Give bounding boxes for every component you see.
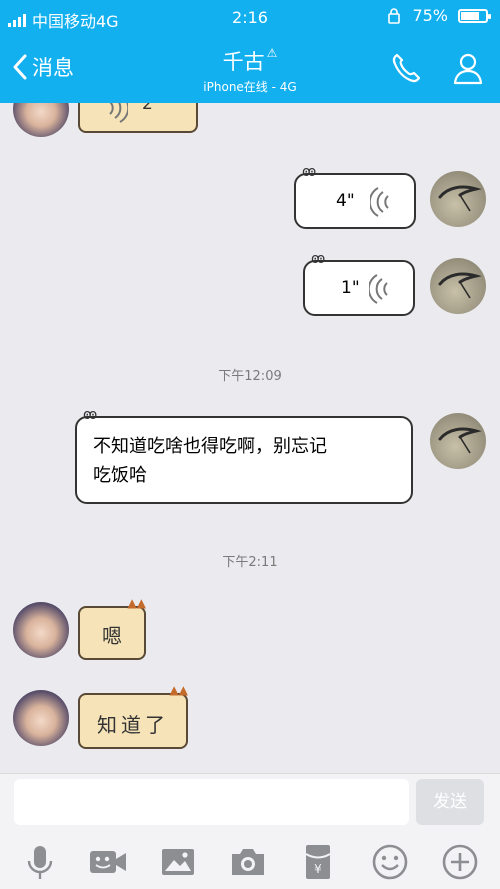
rotation-lock-icon bbox=[388, 7, 401, 24]
user-avatar[interactable] bbox=[430, 258, 486, 314]
phone-button[interactable] bbox=[388, 50, 424, 86]
video-icon bbox=[90, 851, 126, 873]
voice-duration: 4" bbox=[336, 191, 355, 211]
voice-wave-icon bbox=[370, 187, 389, 217]
avatar-image bbox=[438, 185, 482, 212]
message-line: 吃饭哈 bbox=[93, 465, 147, 486]
eyes-decoration: ꙭ bbox=[311, 251, 326, 267]
contact-name: 千古 ⚠ bbox=[0, 46, 500, 76]
plus-icon bbox=[442, 844, 478, 880]
contact-avatar[interactable] bbox=[13, 602, 69, 658]
voice-wave-icon bbox=[109, 103, 128, 123]
chat-header: 中国移动4G 2:16 75% 消息 千古 ⚠ iPhone在线 - 4G bbox=[0, 0, 500, 103]
voice-duration: 2" bbox=[142, 103, 161, 114]
sticker-text: 嗯 bbox=[102, 624, 122, 648]
cat-ears-decoration: ▲▲ bbox=[169, 683, 188, 697]
more-button[interactable] bbox=[440, 842, 480, 882]
image-button[interactable] bbox=[158, 842, 198, 882]
contact-avatar[interactable] bbox=[13, 103, 69, 137]
status-bar: 中国移动4G 2:16 75% bbox=[0, 0, 500, 34]
microphone-icon bbox=[27, 846, 53, 879]
user-avatar[interactable] bbox=[430, 413, 486, 469]
battery-icon bbox=[458, 8, 491, 23]
voice-message-bubble[interactable]: ꙭ 1" bbox=[303, 251, 415, 316]
contact-profile-button[interactable] bbox=[450, 50, 486, 86]
image-icon bbox=[162, 849, 194, 875]
warning-icon: ⚠ bbox=[266, 46, 278, 60]
svg-text:¥: ¥ bbox=[314, 862, 322, 876]
emoji-button[interactable] bbox=[370, 842, 410, 882]
message-line: 不知道吃啥也得吃啊，别忘记 bbox=[93, 436, 327, 457]
eyes-decoration: ꙭ bbox=[83, 407, 98, 423]
video-button[interactable] bbox=[88, 842, 128, 882]
sticker-message-bubble[interactable]: ▲▲ 嗯 bbox=[78, 596, 146, 660]
chat-area[interactable]: 2" ꙭ 4" ꙭ 1" 下午12:09 ꙭ 不知道吃啥也得吃啊，别忘记 吃饭哈… bbox=[0, 103, 500, 773]
red-packet-icon: ¥ bbox=[305, 845, 331, 879]
sticker-message-bubble[interactable]: ▲▲ 知道了 bbox=[78, 683, 188, 749]
text-message-bubble[interactable]: ꙭ 不知道吃啥也得吃啊，别忘记 吃饭哈 bbox=[75, 407, 413, 504]
conversation-title[interactable]: 千古 ⚠ iPhone在线 - 4G bbox=[0, 46, 500, 95]
status-right: 75% bbox=[386, 6, 491, 25]
camera-button[interactable] bbox=[228, 842, 268, 882]
eyes-decoration: ꙭ bbox=[302, 164, 317, 180]
emoji-icon bbox=[372, 844, 408, 880]
voice-message-bubble[interactable]: ꙭ 4" bbox=[294, 164, 416, 229]
avatar-image bbox=[438, 272, 482, 299]
battery-percent: 75% bbox=[412, 6, 448, 25]
voice-duration: 1" bbox=[341, 278, 360, 298]
timestamp: 下午12:09 bbox=[218, 369, 282, 384]
avatar-image bbox=[438, 427, 482, 454]
user-avatar[interactable] bbox=[430, 171, 486, 227]
person-icon bbox=[453, 53, 483, 85]
input-area: 发送 ¥ bbox=[0, 773, 500, 889]
message-input[interactable] bbox=[14, 779, 409, 825]
send-button[interactable]: 发送 bbox=[416, 779, 484, 825]
red-packet-button[interactable]: ¥ bbox=[298, 842, 338, 882]
contact-name-text: 千古 bbox=[222, 50, 265, 74]
camera-icon bbox=[232, 849, 264, 875]
cat-ears-decoration: ▲▲ bbox=[127, 596, 146, 610]
sticker-text: 知道了 bbox=[97, 713, 169, 737]
input-toolbar: ¥ bbox=[0, 842, 500, 882]
battery-fill bbox=[461, 11, 479, 20]
phone-icon bbox=[392, 53, 421, 83]
contact-avatar[interactable] bbox=[13, 690, 69, 746]
contact-status: iPhone在线 - 4G bbox=[203, 80, 297, 94]
voice-message-bubble[interactable]: 2" bbox=[78, 103, 198, 133]
timestamp: 下午2:11 bbox=[222, 555, 278, 570]
microphone-button[interactable] bbox=[20, 842, 60, 882]
voice-wave-icon bbox=[369, 274, 388, 304]
